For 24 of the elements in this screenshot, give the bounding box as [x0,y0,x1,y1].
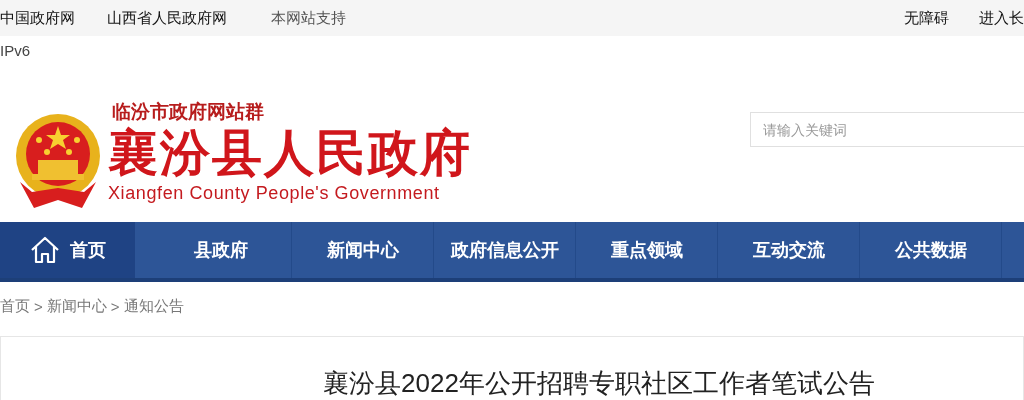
site-group-label: 临汾市政府网站群 [112,100,265,124]
nav-tab[interactable]: 新闻中心 [292,222,434,278]
nav-tab[interactable]: 首页 [0,222,135,278]
breadcrumb-link[interactable]: 通知公告 [123,296,184,316]
nav-tab[interactable]: 互动交流 [718,222,860,278]
nav-tab[interactable]: 政府信息公开 [434,222,576,278]
site-title: 襄汾县人民政府 [108,124,472,182]
site-subtitle: Xiangfen County People's Government [108,182,441,204]
home-icon [29,236,60,264]
breadcrumb-link[interactable]: 首页 [0,296,30,316]
top-link[interactable]: 进入长 [979,8,1024,28]
nav-tab[interactable]: 县政府 [150,222,292,278]
breadcrumb-link[interactable]: 新闻中心 [46,296,107,316]
ipv6-label: IPv6 [0,41,31,61]
top-link[interactable]: 中国政府网 [0,8,75,28]
article-title: 襄汾县2022年公开招聘专职社区工作者笔试公告 [323,367,876,399]
search-field[interactable]: 请输入关键词 [750,112,1024,147]
nav-tab[interactable]: 重点领域 [576,222,718,278]
top-link[interactable]: 本网站支持 [271,8,346,28]
nav-tab[interactable]: 公共数据 [860,222,1002,278]
breadcrumb-separator: > [34,297,43,315]
breadcrumb-separator: > [110,297,120,315]
top-link[interactable]: 无障碍 [904,8,949,28]
top-link[interactable]: 山西省人民政府网 [107,8,227,28]
